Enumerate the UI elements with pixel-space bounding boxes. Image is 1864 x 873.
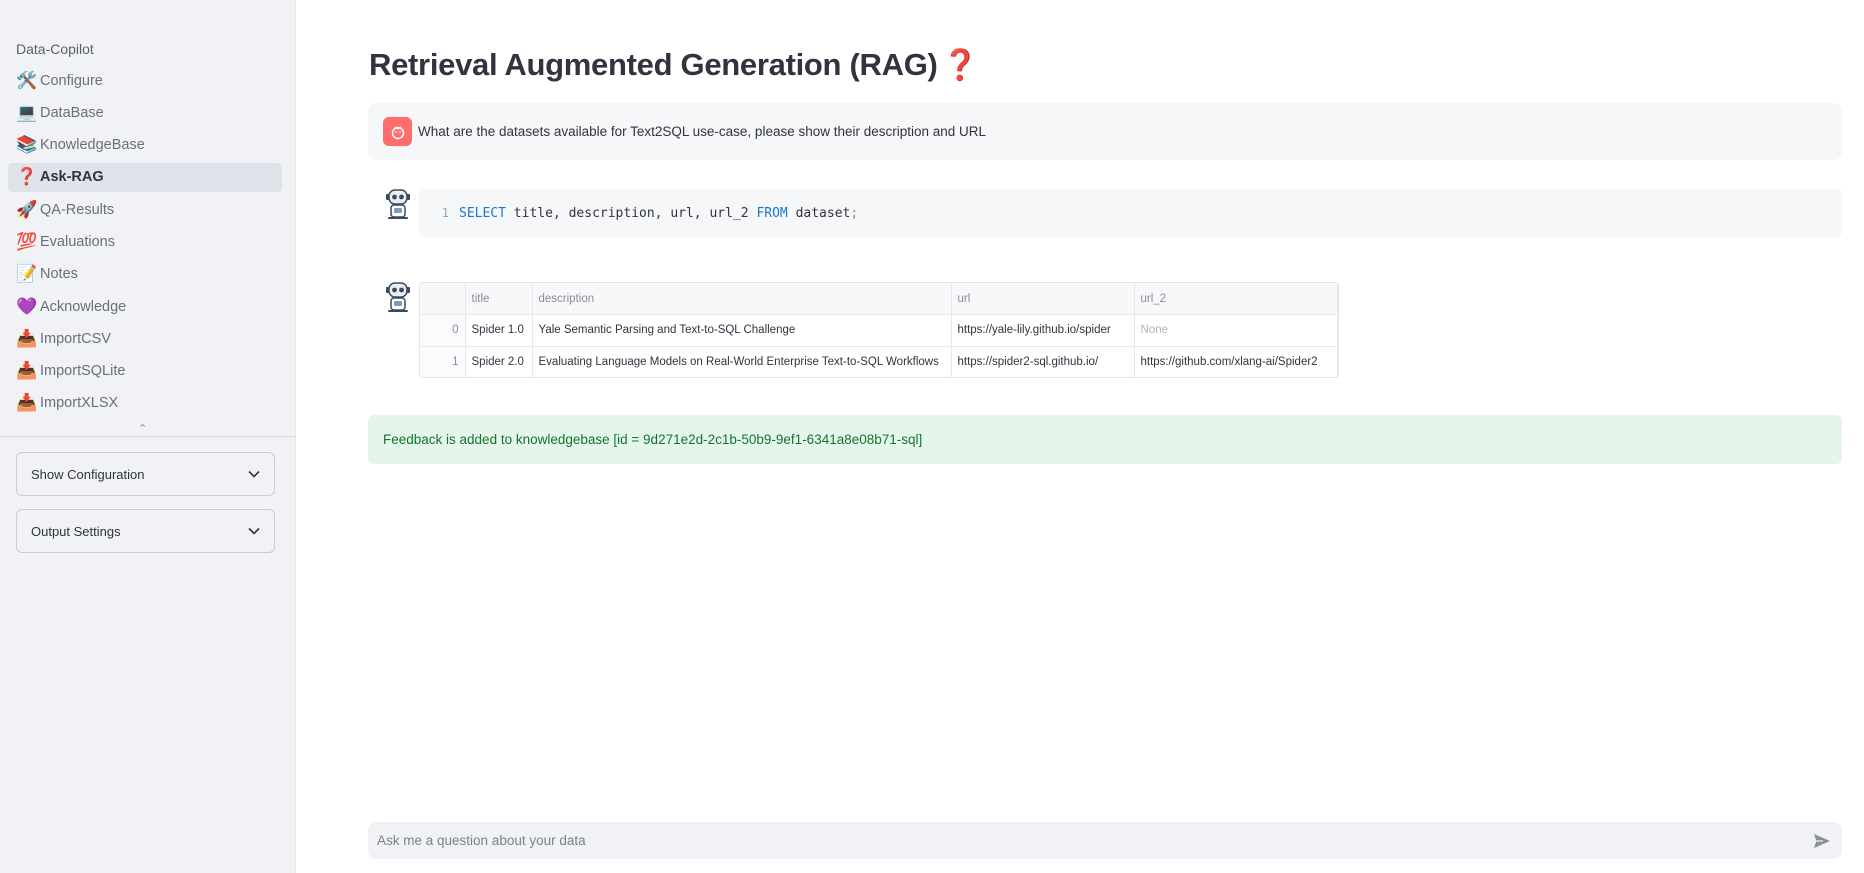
app-name: Data-Copilot	[16, 41, 94, 57]
column-header-index[interactable]	[420, 283, 466, 315]
feedback-success-alert: Feedback is added to knowledgebase [id =…	[368, 415, 1842, 464]
page-title: Retrieval Augmented Generation (RAG) ❓	[369, 47, 979, 83]
sidebar-item-importsqlite[interactable]: 📥 ImportSQLite	[8, 357, 282, 386]
code-line-number: 1	[441, 206, 449, 220]
sidebar: Data-Copilot 🛠️ Configure 💻 DataBase 📚 Knowle…	[0, 0, 296, 873]
sidebar-item-acknowledge[interactable]: 💜 Acknowledge	[8, 292, 282, 321]
cell-description[interactable]: Evaluating Language Models on Real-World…	[532, 346, 952, 377]
user-question-text: What are the datasets available for Text…	[418, 124, 987, 139]
send-icon	[1814, 833, 1830, 848]
result-dataframe[interactable]: title description url url_2 0 Spider 1.0…	[419, 282, 1339, 378]
send-button[interactable]	[1802, 822, 1842, 859]
chevron-down-icon	[248, 527, 260, 535]
rocket-icon: 🚀	[16, 199, 38, 220]
laptop-icon: 💻	[16, 102, 38, 123]
sidebar-divider	[0, 436, 296, 437]
sql-code-line: SELECT title, description, url, url_2 FR…	[459, 206, 858, 221]
column-header-url-2[interactable]: url_2	[1134, 283, 1338, 315]
table-row: 1 Spider 2.0 Evaluating Language Models …	[420, 346, 1338, 377]
column-header-description[interactable]: description	[532, 283, 952, 315]
sidebar-item-configure[interactable]: 🛠️ Configure	[8, 66, 282, 95]
sidebar-item-importxlsx[interactable]: 📥 ImportXLSX	[8, 389, 282, 418]
sidebar-item-label: Evaluations	[40, 233, 115, 250]
row-index: 0	[420, 314, 466, 347]
output-settings-expander[interactable]: Output Settings	[16, 509, 275, 553]
cell-url[interactable]: https://spider2-sql.github.io/	[951, 346, 1135, 377]
feedback-text: Feedback is added to knowledgebase [id =…	[383, 432, 923, 447]
robot-avatar-icon	[386, 189, 410, 219]
column-header-url[interactable]: url	[951, 283, 1135, 315]
sidebar-item-evaluations[interactable]: 💯 Evaluations	[8, 227, 282, 256]
books-icon: 📚	[16, 135, 38, 156]
sql-keyword-from: FROM	[756, 205, 788, 221]
sql-semicolon: ;	[850, 205, 859, 221]
cell-title[interactable]: Spider 2.0	[465, 346, 533, 377]
table-header-row: title description url url_2	[420, 283, 1338, 315]
chat-input-bar	[368, 822, 1842, 859]
cell-url[interactable]: https://yale-lily.github.io/spider	[951, 314, 1135, 347]
result-table: title description url url_2 0 Spider 1.0…	[420, 283, 1338, 377]
sidebar-item-label: ImportXLSX	[40, 395, 119, 412]
cell-url-2[interactable]: https://github.com/xlang-ai/Spider2	[1134, 346, 1338, 377]
user-chat-message: What are the datasets available for Text…	[368, 103, 1842, 160]
sidebar-item-knowledgebase[interactable]: 📚 KnowledgeBase	[8, 131, 282, 160]
sidebar-item-database[interactable]: 💻 DataBase	[8, 98, 282, 127]
purple-heart-icon: 💜	[16, 296, 38, 317]
sql-table-name: dataset	[795, 205, 851, 221]
sidebar-item-label: Acknowledge	[40, 298, 127, 315]
sidebar-item-label: KnowledgeBase	[40, 137, 145, 154]
memo-icon: 📝	[16, 264, 38, 285]
sidebar-item-importcsv[interactable]: 📥 ImportCSV	[8, 324, 282, 353]
question-mark-icon: ❓	[941, 48, 979, 83]
page-title-text: Retrieval Augmented Generation (RAG)	[369, 47, 938, 82]
column-header-title[interactable]: title	[465, 283, 533, 315]
show-configuration-expander[interactable]: Show Configuration	[16, 452, 275, 496]
sql-code-block: 1 SELECT title, description, url, url_2 …	[419, 189, 1842, 237]
sidebar-item-label: ImportSQLite	[40, 363, 126, 380]
sidebar-item-label: Notes	[40, 266, 78, 283]
inbox-tray-icon: 📥	[16, 361, 38, 382]
cell-title[interactable]: Spider 1.0	[465, 314, 533, 347]
show-configuration-label: Show Configuration	[31, 466, 145, 482]
chat-input[interactable]	[377, 833, 1802, 848]
inbox-tray-icon: 📥	[16, 328, 38, 349]
sql-keyword-select: SELECT	[459, 205, 506, 221]
sidebar-item-ask-rag[interactable]: ❓ Ask-RAG	[8, 162, 282, 192]
inbox-tray-icon: 📥	[16, 393, 38, 414]
collapse-nav-caret-icon[interactable]: ⌃	[138, 422, 147, 435]
row-index: 1	[420, 346, 466, 377]
cell-url-2[interactable]: None	[1134, 314, 1338, 347]
sidebar-item-qa-results[interactable]: 🚀 QA-Results	[8, 195, 282, 224]
table-row: 0 Spider 1.0 Yale Semantic Parsing and T…	[420, 314, 1338, 347]
user-avatar-icon	[383, 117, 412, 146]
question-icon: ❓	[16, 167, 38, 188]
sidebar-item-notes[interactable]: 📝 Notes	[8, 260, 282, 289]
sidebar-item-label: Ask-RAG	[40, 169, 104, 186]
hundred-icon: 💯	[16, 231, 38, 252]
sidebar-item-label: Configure	[40, 72, 103, 89]
sidebar-item-label: DataBase	[40, 104, 104, 121]
sql-columns: title, description, url, url_2	[513, 205, 749, 221]
robot-avatar-icon	[386, 282, 410, 312]
tools-icon: 🛠️	[16, 70, 38, 91]
output-settings-label: Output Settings	[31, 523, 121, 539]
sidebar-nav: 🛠️ Configure 💻 DataBase 📚 KnowledgeBase ❓ Ask-R…	[8, 66, 282, 421]
sidebar-item-label: ImportCSV	[40, 330, 111, 347]
chevron-down-icon	[248, 470, 260, 478]
cell-description[interactable]: Yale Semantic Parsing and Text-to-SQL Ch…	[532, 314, 952, 347]
sidebar-item-label: QA-Results	[40, 201, 115, 218]
